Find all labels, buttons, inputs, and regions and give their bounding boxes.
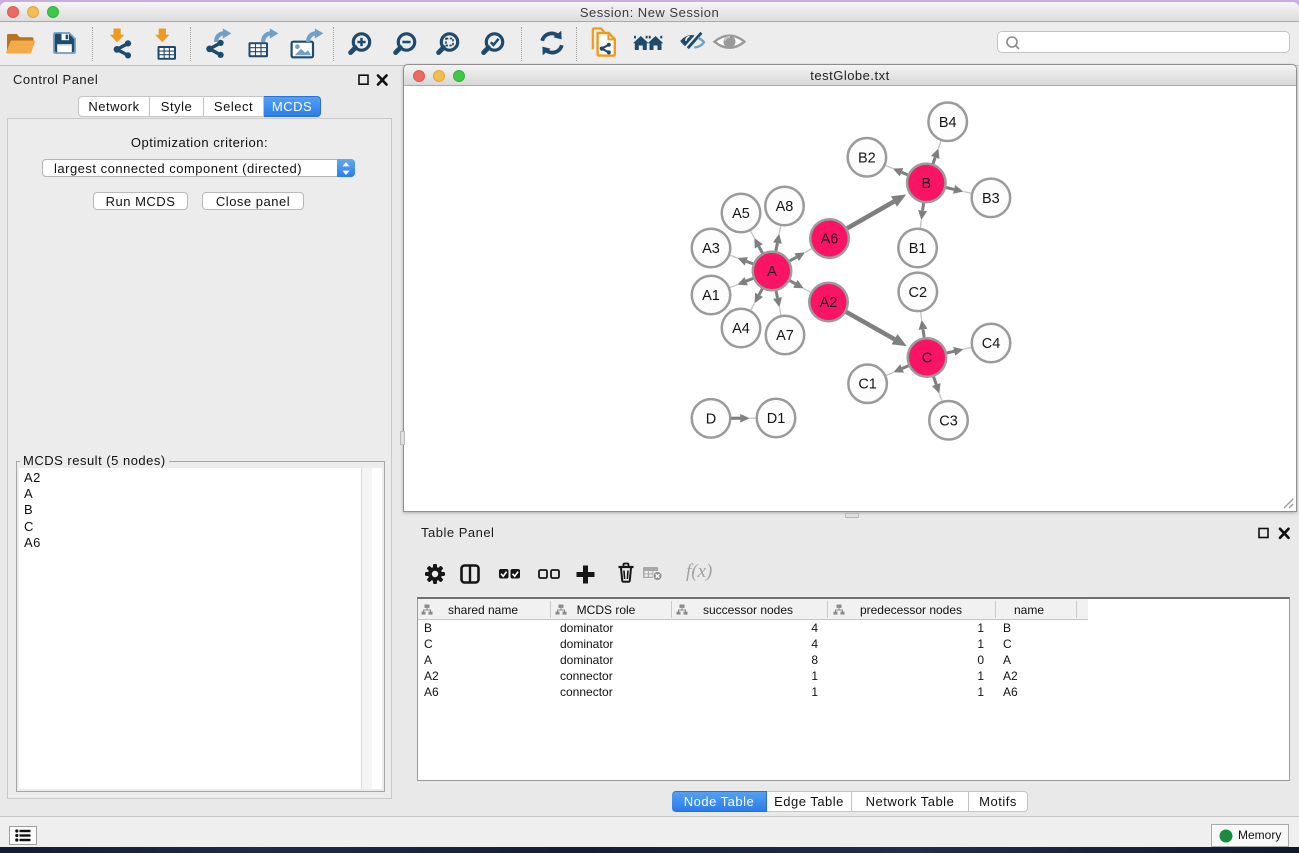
svg-text:C3: C3 — [939, 413, 958, 429]
svg-text:A: A — [767, 264, 777, 280]
svg-text:B3: B3 — [982, 190, 1000, 206]
svg-text:A1: A1 — [702, 288, 720, 304]
svg-text:C1: C1 — [858, 376, 877, 392]
svg-text:B1: B1 — [909, 241, 927, 257]
svg-text:A5: A5 — [732, 206, 750, 222]
svg-text:D1: D1 — [767, 411, 786, 427]
svg-text:C: C — [922, 350, 932, 366]
svg-text:C4: C4 — [982, 336, 1001, 352]
svg-text:D: D — [706, 411, 716, 427]
svg-text:A2: A2 — [820, 295, 838, 311]
svg-text:A8: A8 — [776, 199, 794, 215]
svg-text:B2: B2 — [858, 150, 876, 166]
svg-text:A4: A4 — [732, 321, 750, 337]
svg-text:B4: B4 — [939, 114, 957, 130]
svg-text:B: B — [921, 175, 931, 191]
svg-text:A7: A7 — [776, 328, 794, 344]
svg-text:C2: C2 — [909, 284, 928, 300]
svg-text:A6: A6 — [821, 231, 839, 247]
svg-text:A3: A3 — [702, 241, 720, 257]
